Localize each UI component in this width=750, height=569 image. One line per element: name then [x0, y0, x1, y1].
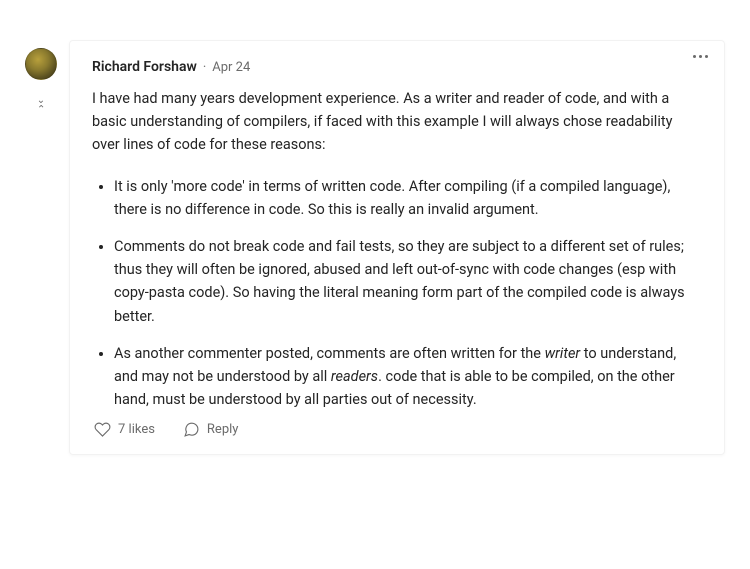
comment-intro: I have had many years development experi…: [92, 87, 702, 157]
comment-header: Richard Forshaw · Apr 24: [92, 59, 702, 75]
like-button[interactable]: 7 likes: [94, 421, 155, 438]
comment-list: It is only 'more code' in terms of writt…: [92, 175, 702, 412]
list-item: As another commenter posted, comments ar…: [114, 342, 702, 412]
reply-button[interactable]: Reply: [183, 421, 239, 438]
likes-count-label: 7 likes: [118, 422, 155, 437]
author-name[interactable]: Richard Forshaw: [92, 59, 197, 75]
comment-left-rail: ⌄ ⌄: [25, 40, 57, 110]
avatar[interactable]: [25, 48, 57, 80]
separator-dot: ·: [203, 60, 206, 75]
collapse-thread-icon[interactable]: ⌄ ⌄: [37, 98, 45, 110]
comment-card: Richard Forshaw · Apr 24 I have had many…: [69, 40, 725, 455]
comment-block: ⌄ ⌄ Richard Forshaw · Apr 24 I have had …: [25, 40, 725, 455]
heart-icon: [94, 421, 111, 438]
comment-date: Apr 24: [212, 60, 250, 75]
comment-actions: 7 likes Reply: [94, 421, 702, 438]
comment-body: I have had many years development experi…: [92, 87, 702, 411]
more-options-icon[interactable]: [693, 55, 708, 58]
reply-label: Reply: [207, 422, 239, 437]
reply-icon: [183, 421, 200, 438]
list-item: It is only 'more code' in terms of writt…: [114, 175, 702, 221]
list-item: Comments do not break code and fail test…: [114, 235, 702, 328]
